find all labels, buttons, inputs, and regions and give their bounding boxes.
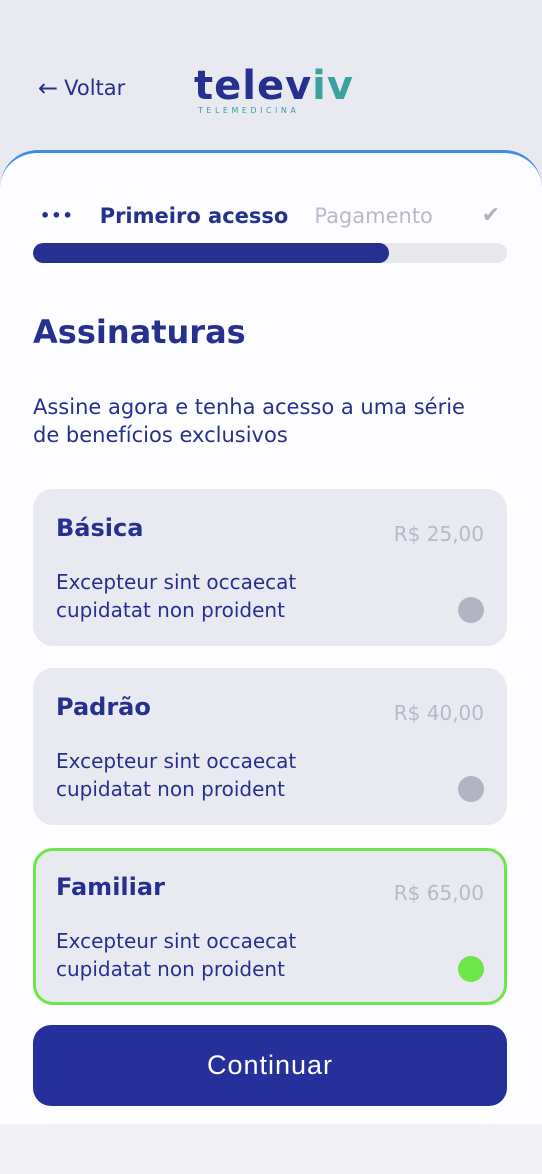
page-title: Assinaturas	[33, 313, 246, 351]
check-icon: ✔	[481, 203, 500, 228]
plan-radio[interactable]	[458, 956, 484, 982]
progress-bar	[33, 243, 507, 263]
plan-name: Padrão	[56, 693, 151, 721]
arrow-left-icon: ←	[38, 74, 59, 102]
back-button[interactable]: ← Voltar	[38, 76, 125, 100]
plan-price: R$ 65,00	[393, 881, 484, 905]
progress-fill	[33, 243, 389, 263]
page-description: Assine agora e tenha acesso a uma série …	[33, 395, 465, 447]
content-card: ••• Primeiro acesso Pagamento ✔ Assinatu…	[0, 150, 542, 1174]
plan-card-familiar[interactable]: Familiar R$ 65,00 Excepteur sint occaeca…	[33, 848, 507, 1005]
logo: televiv TELEMEDICINA	[194, 66, 354, 115]
plan-card-basica[interactable]: Básica R$ 25,00 Excepteur sint occaecat …	[33, 489, 507, 646]
plan-description: Excepteur sint occaecat cupidatat non pr…	[56, 929, 297, 981]
back-label: Voltar	[64, 76, 126, 100]
bottom-strip	[0, 1124, 542, 1174]
plan-name: Básica	[56, 514, 144, 542]
continue-button[interactable]: Continuar	[33, 1025, 507, 1106]
step-indicator: ••• Primeiro acesso Pagamento ✔	[40, 203, 510, 228]
plan-description: Excepteur sint occaecat cupidatat non pr…	[56, 749, 297, 801]
top-bar: ← Voltar televiv TELEMEDICINA	[0, 0, 542, 160]
plan-name: Familiar	[56, 873, 165, 901]
step-current: Primeiro acesso	[99, 203, 289, 228]
plan-radio[interactable]	[458, 776, 484, 802]
more-dots-icon: •••	[40, 206, 74, 225]
step-next: Pagamento	[314, 203, 433, 228]
plan-description: Excepteur sint occaecat cupidatat non pr…	[56, 570, 297, 622]
plan-price: R$ 40,00	[393, 701, 484, 725]
plan-radio[interactable]	[458, 597, 484, 623]
plan-price: R$ 25,00	[393, 522, 484, 546]
logo-wordmark: televiv	[194, 63, 354, 109]
plan-card-padrao[interactable]: Padrão R$ 40,00 Excepteur sint occaecat …	[33, 668, 507, 825]
